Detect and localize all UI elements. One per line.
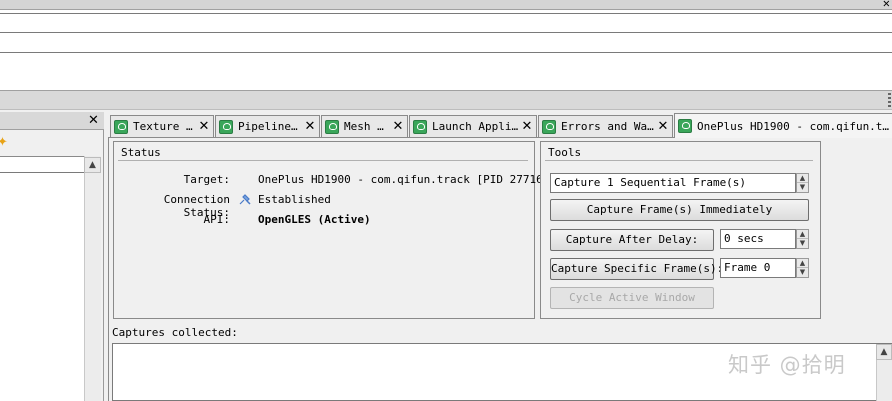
- cycle-active-window-button[interactable]: Cycle Active Window: [550, 287, 714, 309]
- tab-mesh[interactable]: Mesh … ✕: [321, 115, 408, 137]
- star-icon[interactable]: ✦: [0, 136, 11, 150]
- tab-icon: [678, 119, 692, 133]
- title-strip: [0, 0, 892, 10]
- delay-stepper[interactable]: ▲ ▼: [796, 229, 809, 249]
- left-panel-close-button[interactable]: ✕: [88, 112, 99, 130]
- connection-plug-icon: [239, 194, 251, 205]
- chevron-down-icon[interactable]: ▼: [797, 183, 808, 192]
- tab-label: Launch Appli…: [432, 120, 519, 133]
- splitter-grip[interactable]: [888, 93, 891, 107]
- chevron-up-icon[interactable]: ▲: [797, 174, 808, 183]
- target-value: OnePlus HD1900 - com.qifun.track [PID 27…: [258, 173, 550, 186]
- chevron-down-icon[interactable]: ▼: [797, 239, 808, 248]
- specific-frame-stepper[interactable]: ▲ ▼: [796, 258, 809, 278]
- capture-frame-count-stepper[interactable]: ▲ ▼: [796, 173, 809, 193]
- chevron-up-icon[interactable]: ▲: [797, 259, 808, 268]
- tab-close-button[interactable]: ✕: [303, 119, 317, 134]
- scroll-up-button[interactable]: ▲: [84, 157, 101, 173]
- log-list[interactable]: [0, 10, 892, 90]
- capture-frame-count-input[interactable]: Capture 1 Sequential Frame(s): [550, 173, 796, 193]
- status-group-title: Status: [121, 146, 161, 159]
- splitter-bar[interactable]: [0, 90, 892, 110]
- group-divider: [545, 160, 813, 161]
- tab-label: Pipeline…: [238, 120, 298, 133]
- list-row-divider: [0, 13, 892, 14]
- tab-label: Texture …: [133, 120, 193, 133]
- delay-input[interactable]: 0 secs: [720, 229, 796, 249]
- watermark: 知乎 @拾明: [728, 353, 846, 377]
- group-divider: [118, 160, 528, 161]
- left-panel-list[interactable]: [0, 156, 84, 401]
- window-close-button[interactable]: ✕: [883, 0, 890, 10]
- capture-after-delay-button[interactable]: Capture After Delay:: [550, 229, 714, 251]
- capture-immediately-button[interactable]: Capture Frame(s) Immediately: [550, 199, 809, 221]
- list-row-divider: [0, 52, 892, 53]
- tab-errors-and-warnings[interactable]: Errors and Wa… ✕: [538, 115, 673, 137]
- tab-close-button[interactable]: ✕: [520, 119, 534, 134]
- captures-collected-label: Captures collected:: [112, 326, 238, 339]
- tab-close-button[interactable]: ✕: [656, 119, 670, 134]
- connection-status-value: Established: [258, 193, 331, 206]
- tab-close-button[interactable]: ✕: [197, 119, 211, 134]
- specific-frame-input[interactable]: Frame 0: [720, 258, 796, 278]
- tools-group-title: Tools: [548, 146, 582, 159]
- tab-pipeline[interactable]: Pipeline… ✕: [215, 115, 320, 137]
- list-item[interactable]: [0, 157, 84, 173]
- tab-icon: [114, 119, 128, 134]
- left-panel-scrollbar[interactable]: [84, 156, 101, 401]
- tab-launch-application[interactable]: Launch Appli… ✕: [409, 115, 537, 137]
- tab-label: Errors and Wa…: [561, 120, 654, 133]
- api-value: OpenGLES (Active): [258, 213, 371, 226]
- tab-label: Mesh …: [344, 120, 384, 133]
- tab-icon: [413, 119, 427, 134]
- tab-icon: [325, 119, 339, 134]
- scroll-up-button[interactable]: ▲: [876, 344, 892, 360]
- target-label: Target:: [183, 173, 230, 186]
- capture-specific-frames-button[interactable]: Capture Specific Frame(s):: [550, 258, 723, 280]
- api-label: API:: [203, 213, 231, 226]
- chevron-down-icon[interactable]: ▼: [797, 268, 808, 277]
- tab-icon: [542, 119, 556, 134]
- tab-icon: [219, 119, 233, 134]
- chevron-up-icon[interactable]: ▲: [797, 230, 808, 239]
- list-row-divider: [0, 32, 892, 33]
- tab-texture[interactable]: Texture … ✕: [110, 115, 214, 137]
- tab-oneplus-device[interactable]: OnePlus HD1900 - com.qifun.t…: [674, 113, 892, 138]
- status-group: Status Target: OnePlus HD1900 - com.qifu…: [113, 141, 549, 319]
- tab-label: OnePlus HD1900 - com.qifun.t…: [697, 119, 890, 133]
- tab-close-button[interactable]: ✕: [391, 119, 405, 134]
